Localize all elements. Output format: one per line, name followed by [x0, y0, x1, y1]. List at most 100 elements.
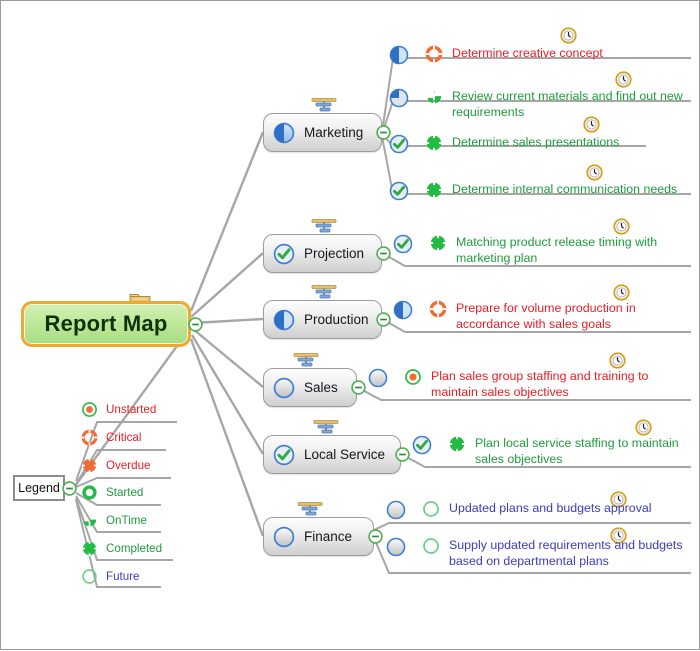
future-icon — [81, 568, 98, 585]
clock-icon — [635, 419, 652, 436]
collapse-button-central[interactable] — [188, 317, 203, 332]
mindmap-canvas: Report Map Marketing Determine creative … — [0, 0, 700, 650]
progress-100-icon — [389, 181, 409, 201]
branch-label-marketing: Marketing — [304, 125, 364, 140]
task-row[interactable]: Determine sales presentations — [389, 134, 689, 154]
unstarted-icon — [81, 401, 98, 418]
legend-item-started[interactable]: Started — [81, 484, 143, 501]
critical-icon — [425, 45, 443, 63]
branch-label-sales: Sales — [304, 380, 338, 395]
progress-100-icon — [273, 243, 295, 265]
progress-0-icon — [386, 500, 406, 520]
branch-node-production[interactable]: Production — [263, 300, 382, 339]
branch-node-marketing[interactable]: Marketing — [263, 113, 382, 152]
completed-icon — [425, 134, 443, 152]
legend-node[interactable]: Legend — [13, 475, 65, 501]
task-row[interactable]: Updated plans and budgets approval — [386, 500, 686, 520]
started-icon — [81, 484, 98, 501]
task-row[interactable]: Plan sales group staffing and training t… — [368, 368, 678, 400]
unstarted-icon — [404, 368, 422, 386]
branch-label-local-service: Local Service — [304, 447, 386, 462]
legend-item-critical[interactable]: Critical — [81, 429, 141, 446]
collapse-button-production[interactable] — [376, 312, 391, 327]
task-text: Determine sales presentations — [452, 135, 620, 149]
legend-item-label: OnTime — [106, 514, 147, 527]
branch-label-production: Production — [304, 312, 369, 327]
critical-icon — [81, 429, 98, 446]
progress-0-icon — [273, 526, 295, 548]
completed-icon — [429, 234, 447, 252]
clock-icon — [613, 218, 630, 235]
legend-item-label: Unstarted — [106, 403, 157, 416]
progress-0-icon — [368, 368, 388, 388]
legend-item-label: Completed — [106, 542, 163, 555]
task-info-icon — [297, 502, 323, 516]
clock-icon — [560, 27, 577, 44]
progress-25-icon — [389, 88, 409, 108]
clock-icon — [586, 164, 603, 181]
task-text: Review current materials and find out ne… — [452, 89, 683, 119]
branch-node-sales[interactable]: Sales — [263, 368, 357, 407]
legend-item-completed[interactable]: Completed — [81, 540, 162, 557]
task-row[interactable]: Plan local service staffing to maintain … — [412, 435, 692, 467]
task-row[interactable]: Supply updated requirements and budgets … — [386, 537, 686, 569]
progress-0-icon — [386, 537, 406, 557]
progress-50-icon — [273, 309, 295, 331]
ontime-icon — [81, 512, 98, 529]
future-icon — [422, 537, 440, 555]
branch-node-projection[interactable]: Projection — [263, 234, 382, 273]
progress-0-icon — [273, 377, 295, 399]
task-text: Plan sales group staffing and training t… — [431, 369, 649, 399]
clock-icon — [613, 284, 630, 301]
progress-100-icon — [393, 234, 413, 254]
overdue-icon — [81, 457, 98, 474]
branch-node-local-service[interactable]: Local Service — [263, 435, 401, 474]
completed-icon — [448, 435, 466, 453]
task-row[interactable]: Matching product release timing with mar… — [393, 234, 693, 266]
branch-label-finance: Finance — [304, 529, 353, 544]
collapse-button-local-service[interactable] — [395, 447, 410, 462]
task-text: Plan local service staffing to maintain … — [475, 436, 679, 466]
task-row[interactable]: Determine internal communication needs — [389, 181, 689, 201]
task-row[interactable]: Prepare for volume production in accorda… — [393, 300, 693, 332]
progress-50-icon — [273, 122, 295, 144]
progress-100-icon — [273, 444, 295, 466]
legend-label: Legend — [18, 481, 60, 495]
branch-label-projection: Projection — [304, 246, 365, 261]
clock-icon — [615, 71, 632, 88]
completed-icon — [425, 181, 443, 199]
collapse-button-sales[interactable] — [351, 380, 366, 395]
legend-item-ontime[interactable]: OnTime — [81, 512, 147, 529]
legend-item-overdue[interactable]: Overdue — [81, 457, 150, 474]
ontime-icon — [425, 88, 443, 106]
completed-icon — [81, 540, 98, 557]
task-text: Supply updated requirements and budgets … — [449, 538, 683, 568]
progress-100-icon — [389, 134, 409, 154]
task-text: Determine internal communication needs — [452, 182, 678, 196]
collapse-button-finance[interactable] — [368, 529, 383, 544]
legend-item-future[interactable]: Future — [81, 568, 140, 585]
task-text: Prepare for volume production in accorda… — [456, 301, 636, 331]
clock-icon — [609, 352, 626, 369]
legend-item-unstarted[interactable]: Unstarted — [81, 401, 156, 418]
progress-50-icon — [393, 300, 413, 320]
collapse-button-legend[interactable] — [62, 481, 77, 496]
collapse-button-projection[interactable] — [376, 246, 391, 261]
central-node-label: Report Map — [44, 311, 168, 336]
task-info-icon — [311, 98, 337, 112]
central-node[interactable]: Report Map — [21, 301, 191, 347]
task-text: Determine creative concept — [452, 46, 603, 60]
legend-item-label: Started — [106, 486, 144, 499]
progress-100-icon — [412, 435, 432, 455]
task-text: Updated plans and budgets approval — [449, 501, 652, 515]
clock-icon — [583, 116, 600, 133]
task-info-icon — [311, 285, 337, 299]
task-info-icon — [313, 420, 339, 434]
task-row[interactable]: Review current materials and find out ne… — [389, 88, 689, 120]
task-row[interactable]: Determine creative concept — [389, 45, 689, 65]
future-icon — [422, 500, 440, 518]
progress-50-icon — [389, 45, 409, 65]
branch-node-finance[interactable]: Finance — [263, 517, 374, 556]
task-info-icon — [311, 219, 337, 233]
legend-item-label: Critical — [106, 431, 142, 444]
